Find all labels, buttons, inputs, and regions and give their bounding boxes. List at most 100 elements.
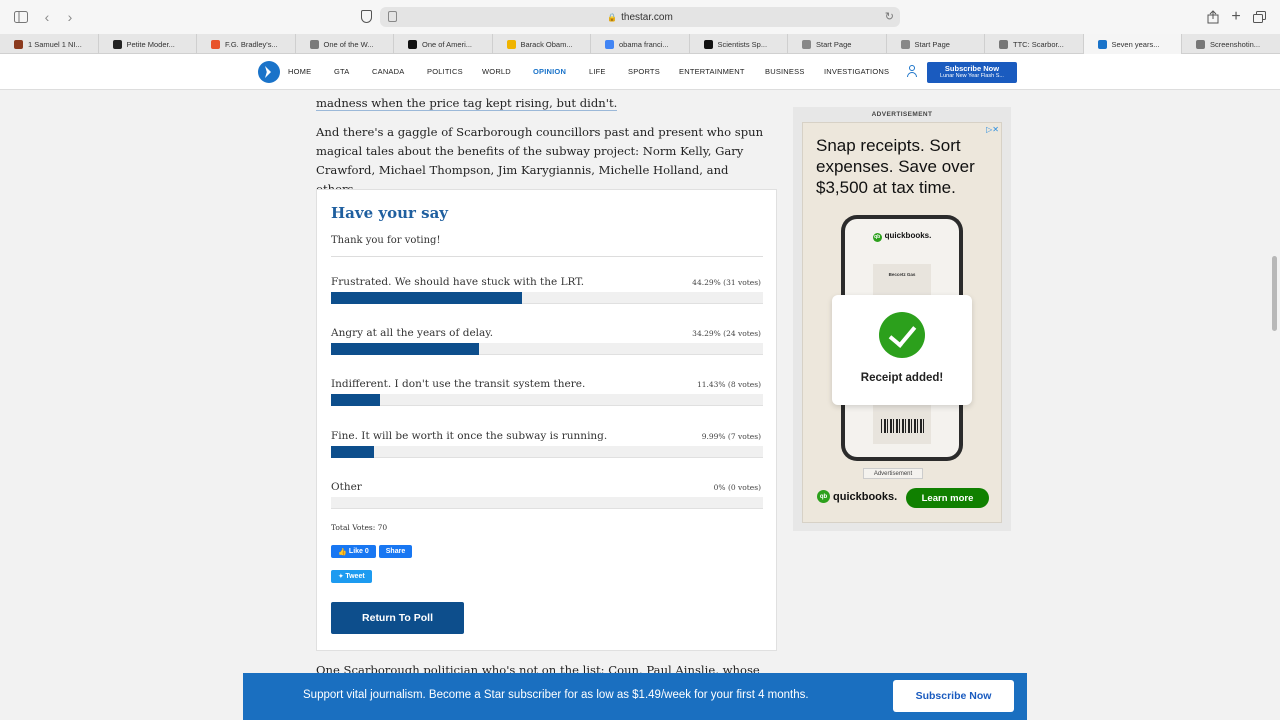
address-bar[interactable]: 🔒 thestar.com ↻ [380, 7, 900, 27]
sidebar-icon[interactable] [11, 7, 31, 27]
share-icon[interactable] [1203, 7, 1223, 27]
banner-text: Support vital journalism. Become a Star … [303, 689, 809, 701]
header-subscribe-button[interactable]: Subscribe Now Lunar New Year Flash S... [927, 62, 1017, 83]
poll-option-label: Frustrated. We should have stuck with th… [331, 276, 585, 288]
phone-brand: qb quickbooks. [872, 231, 932, 242]
privacy-shield-icon[interactable] [361, 10, 372, 23]
nav-item-opinion[interactable]: OPINION [533, 67, 566, 76]
ad-headline: Snap receipts. Sort expenses. Save over … [816, 136, 975, 197]
article-paragraph-top: madness when the price tag kept rising, … [316, 94, 766, 113]
adchoices-close-icon[interactable]: ▷✕ [986, 125, 999, 134]
browser-tab[interactable]: obama franci... [591, 34, 690, 54]
checkmark-icon [879, 312, 925, 358]
ad-small-label: Advertisement [863, 468, 923, 479]
barcode-icon [881, 419, 925, 433]
facebook-share-button[interactable]: Share [379, 545, 412, 558]
advertisement-label: ADVERTISEMENT [871, 111, 933, 118]
poll-result-bar [331, 394, 763, 406]
nav-item-gta[interactable]: GTA [334, 67, 349, 76]
poll-option-stat: 34.29% (24 votes) [692, 329, 761, 338]
browser-tab[interactable]: F.G. Bradley's... [197, 34, 296, 54]
forward-icon[interactable]: › [60, 7, 80, 27]
tab-favicon-icon [1097, 39, 1107, 49]
tab-label: 1 Samuel 1 NI... [28, 39, 82, 49]
tab-label: Scientists Sp... [717, 39, 768, 49]
browser-tab[interactable]: Start Page [788, 34, 887, 54]
poll-option-label: Indifferent. I don't use the transit sys… [331, 378, 586, 390]
user-account-icon[interactable] [906, 65, 918, 78]
poll-divider [331, 256, 763, 257]
nav-item-canada[interactable]: CANADA [372, 67, 404, 76]
tweet-button[interactable]: ✦ Tweet [331, 570, 372, 583]
advertisement-container: ADVERTISEMENT ▷✕ Snap receipts. Sort exp… [793, 107, 1011, 531]
nav-item-politics[interactable]: POLITICS [427, 67, 463, 76]
subscribe-label: Subscribe Now [944, 64, 1000, 73]
browser-tab[interactable]: Start Page [887, 34, 985, 54]
poll-option-stat: 11.43% (8 votes) [696, 380, 761, 389]
tab-favicon-icon [309, 39, 319, 49]
tab-favicon-icon [802, 39, 811, 49]
tab-label: Petite Moder... [126, 39, 175, 49]
poll-total-votes: Total Votes: 70 [331, 523, 388, 532]
browser-tab[interactable]: One of Ameri... [394, 34, 493, 54]
browser-tab[interactable]: One of the W... [296, 34, 394, 54]
tab-favicon-icon [703, 39, 713, 49]
nav-item-home[interactable]: HOME [288, 67, 311, 76]
tab-favicon-icon [999, 39, 1008, 49]
page-scrollbar[interactable] [1272, 256, 1277, 331]
poll-result-bar [331, 343, 763, 355]
browser-tab[interactable]: Scientists Sp... [690, 34, 788, 54]
poll-option-label: Angry at all the years of delay. [331, 327, 494, 339]
lock-icon: 🔒 [607, 12, 618, 22]
nav-item-investigations[interactable]: INVESTIGATIONS [824, 67, 889, 76]
tab-favicon-icon [112, 39, 122, 49]
article-text-link[interactable]: madness when the price tag kept rising, … [316, 96, 618, 111]
browser-tab[interactable]: Screenshotin... [1182, 34, 1280, 54]
tab-label: obama franci... [619, 39, 669, 49]
nav-item-world[interactable]: WORLD [482, 67, 511, 76]
poll-option-label: Other [331, 481, 362, 493]
poll-result-bar [331, 446, 763, 458]
browser-tab[interactable]: Petite Moder... [99, 34, 197, 54]
browser-tab[interactable]: 1 Samuel 1 NI... [0, 34, 99, 54]
tweet-label: Tweet [345, 573, 365, 580]
tab-label: Screenshotin... [1210, 39, 1261, 49]
tab-favicon-icon [506, 39, 516, 49]
reload-icon[interactable]: ↻ [885, 10, 894, 23]
facebook-like-button[interactable]: 👍 Like 0 [331, 545, 376, 558]
poll-option-stat: 0% (0 votes) [713, 483, 761, 492]
tab-label: F.G. Bradley's... [225, 39, 278, 49]
thumbs-up-icon: 👍 [338, 548, 347, 556]
article-paragraph: And there's a gaggle of Scarborough coun… [316, 125, 764, 196]
nav-item-entertainment[interactable]: ENTERTAINMENT [679, 67, 745, 76]
tab-label: Barack Obam... [520, 39, 573, 49]
browser-tab[interactable]: Seven years... [1083, 34, 1182, 54]
learn-more-button[interactable]: Learn more [906, 488, 989, 508]
tab-label: One of Ameri... [422, 39, 473, 49]
browser-tab[interactable]: TTC: Scarbor... [985, 34, 1084, 54]
star-logo-icon[interactable] [258, 61, 280, 83]
receipt-added-text: Receipt added! [860, 372, 944, 384]
back-icon[interactable]: ‹ [37, 7, 57, 27]
banner-subscribe-button[interactable]: Subscribe Now [893, 680, 1014, 712]
poll-result-bar [331, 292, 763, 304]
poll-option-stat: 9.99% (7 votes) [701, 432, 761, 441]
quickbooks-ad[interactable]: ▷✕ Snap receipts. Sort expenses. Save ov… [802, 122, 1002, 523]
twitter-bird-icon: ✦ [338, 574, 344, 580]
tab-favicon-icon [14, 39, 23, 49]
tab-label: Seven years... [1111, 39, 1160, 49]
reader-icon[interactable] [388, 11, 397, 22]
nav-item-business[interactable]: BUSINESS [765, 67, 805, 76]
browser-tab[interactable]: Barack Obam... [493, 34, 591, 54]
new-tab-icon[interactable]: + [1226, 7, 1246, 27]
quickbooks-logo: qb quickbooks. [817, 490, 897, 503]
poll-option-label: Fine. It will be worth it once the subwa… [331, 430, 608, 442]
return-to-poll-button[interactable]: Return To Poll [331, 602, 464, 634]
subscription-banner: Support vital journalism. Become a Star … [243, 673, 1027, 720]
poll-result-fill [331, 446, 374, 458]
nav-item-life[interactable]: LIFE [589, 67, 606, 76]
tab-overview-icon[interactable] [1249, 7, 1269, 27]
nav-item-sports[interactable]: SPORTS [628, 67, 660, 76]
poll-title: Have your say [331, 204, 449, 222]
subscribe-promo: Lunar New Year Flash S... [940, 73, 1004, 79]
